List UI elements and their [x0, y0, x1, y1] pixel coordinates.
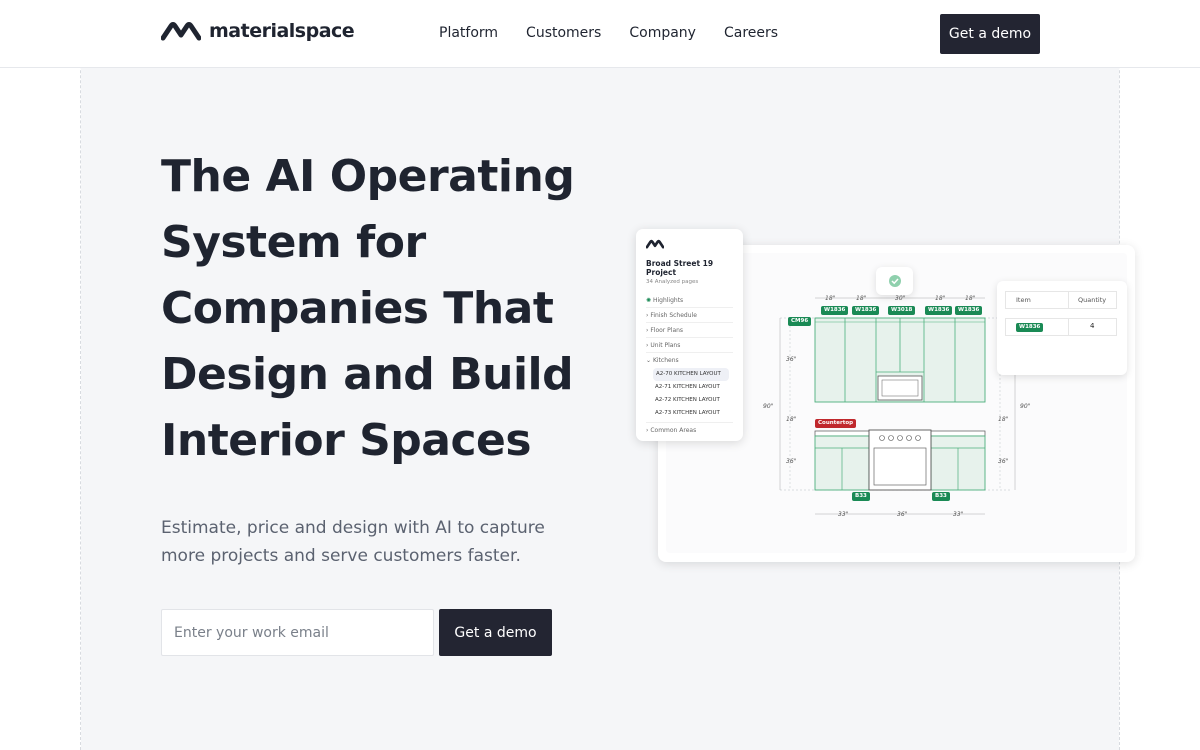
logo-icon — [161, 22, 201, 41]
nav-platform[interactable]: Platform — [439, 25, 498, 41]
dim-label: 33" — [953, 511, 964, 518]
table-header: Item Quantity — [1005, 291, 1117, 309]
sidebar-item-finish-schedule[interactable]: › Finish Schedule — [646, 308, 733, 323]
kitchen-layout-item[interactable]: A2-70 KITCHEN LAYOUT — [653, 368, 729, 381]
countertop-tag: Countertop — [815, 419, 857, 428]
dim-label: 36" — [786, 458, 797, 465]
kitchen-layout-item[interactable]: A2-72 KITCHEN LAYOUT — [646, 394, 733, 407]
base-tag: B33 — [852, 492, 870, 501]
top-navbar: materialspace Platform Customers Company… — [0, 0, 1200, 68]
dim-label: 18" — [998, 416, 1009, 423]
nav-customers[interactable]: Customers — [526, 25, 601, 41]
base-tag: B33 — [932, 492, 950, 501]
table-row: W1836 4 — [1005, 318, 1117, 336]
nav-company[interactable]: Company — [629, 25, 696, 41]
mini-logo — [645, 239, 733, 251]
chevron-down-icon: ⌄ — [646, 357, 652, 364]
cabinet-tag: W1836 — [925, 306, 953, 315]
dim-label: 18" — [786, 416, 797, 423]
dim-label: 18" — [856, 295, 867, 302]
hero-subtext: Estimate, price and design with AI to ca… — [161, 518, 545, 566]
sidebar-item-highlights[interactable]: ✺ Highlights — [646, 293, 733, 308]
logo-text: materialspace — [209, 20, 355, 42]
sidebar-item-kitchens[interactable]: ⌄ Kitchens — [646, 353, 733, 368]
dim-label: 90" — [763, 403, 774, 410]
logo[interactable]: materialspace — [161, 20, 355, 42]
dim-label: 18" — [825, 295, 836, 302]
cabinet-tag: W1836 — [852, 306, 880, 315]
row-quantity: 4 — [1090, 322, 1095, 330]
dim-label: 33" — [838, 511, 849, 518]
cabinet-tag: W1836 — [821, 306, 849, 315]
sidebar-item-unit-plans[interactable]: › Unit Plans — [646, 338, 733, 353]
dim-label: 18" — [965, 295, 976, 302]
hero-headline: The AI Operating System for Companies Th… — [161, 151, 575, 466]
nav-careers[interactable]: Careers — [724, 25, 778, 41]
main-nav: Platform Customers Company Careers — [439, 25, 778, 41]
dim-label: 36" — [897, 511, 908, 518]
dim-label: 36" — [998, 458, 1009, 465]
chevron-right-icon: › — [646, 427, 649, 434]
project-sidebar-card: Broad Street 19 Project 34 Analyzed page… — [636, 229, 743, 441]
sparkle-icon: ✺ — [646, 297, 652, 304]
kitchen-layout-item[interactable]: A2-73 KITCHEN LAYOUT — [646, 407, 733, 420]
kitchen-layout-item[interactable]: A2-71 KITCHEN LAYOUT — [646, 381, 733, 394]
check-circle-icon — [888, 275, 901, 287]
sidebar-item-floor-plans[interactable]: › Floor Plans — [646, 323, 733, 338]
dim-label: 90" — [1020, 403, 1031, 410]
dim-label: 30" — [895, 295, 906, 302]
work-email-input[interactable] — [161, 609, 434, 656]
chevron-right-icon: › — [646, 312, 649, 319]
chevron-right-icon: › — [646, 342, 649, 349]
hero-get-demo-button[interactable]: Get a demo — [439, 609, 552, 656]
sidebar-item-common-areas[interactable]: › Common Areas — [646, 422, 733, 437]
col-item: Item — [1016, 296, 1031, 304]
project-title: Broad Street 19 Project — [646, 259, 714, 277]
dim-label: 18" — [935, 295, 946, 302]
col-quantity: Quantity — [1078, 296, 1107, 304]
header-get-demo-button[interactable]: Get a demo — [940, 14, 1040, 54]
row-item-tag: W1836 — [1016, 323, 1044, 332]
approved-badge — [876, 267, 913, 295]
cabinet-tag: W3018 — [888, 306, 916, 315]
dim-label: 36" — [786, 356, 797, 363]
cabinet-tag: W1836 — [955, 306, 983, 315]
quantity-table-card: Item Quantity W1836 4 — [997, 281, 1127, 375]
chevron-right-icon: › — [646, 327, 649, 334]
cm-tag: CM96 — [788, 317, 812, 326]
logo-icon — [645, 239, 665, 249]
